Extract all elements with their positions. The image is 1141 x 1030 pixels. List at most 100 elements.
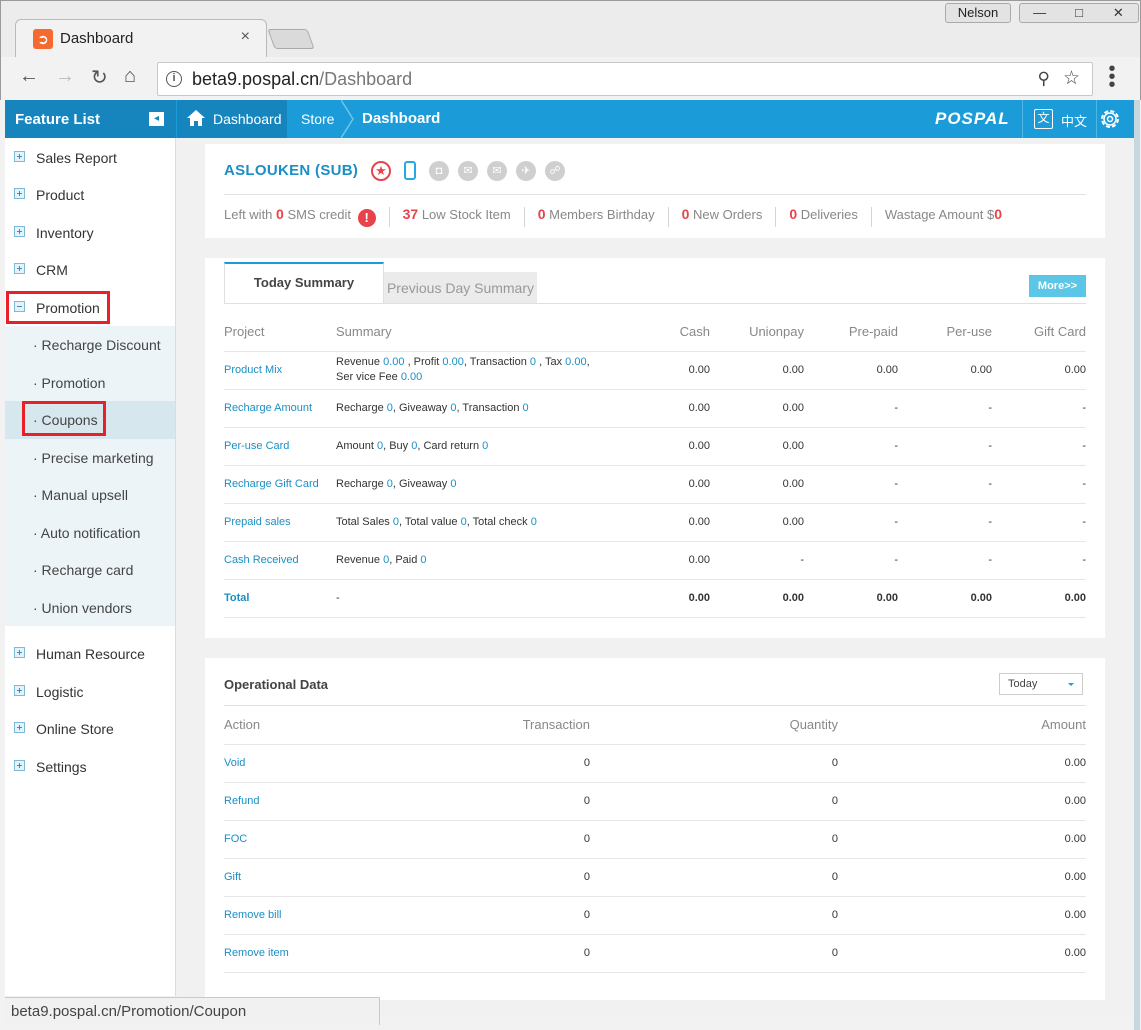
project-link[interactable]: Cash Received xyxy=(224,541,336,580)
sidebar-subitem-precise-marketing[interactable]: · Precise marketing xyxy=(5,439,175,477)
sidebar-subitem-recharge-discount[interactable]: · Recharge Discount xyxy=(5,326,175,364)
sidebar-item-logistic[interactable]: Logistic xyxy=(5,673,175,711)
column-header: Action xyxy=(224,706,394,745)
highlight-box-coupons xyxy=(22,401,106,436)
column-header: Summary xyxy=(336,313,626,352)
window-controls: — □ ✕ xyxy=(1019,3,1139,23)
stat-members-birthday[interactable]: 0 Members Birthday xyxy=(523,207,668,227)
action-link[interactable]: Refund xyxy=(224,782,394,821)
sidebar-item-human-resource[interactable]: Human Resource xyxy=(5,635,175,673)
table-row: Product Mix Revenue 0.00 , Profit 0.00, T… xyxy=(224,351,1086,390)
stat-text: Members Birthday xyxy=(545,207,655,222)
info-icon[interactable]: i xyxy=(166,71,182,87)
action-link[interactable]: Void xyxy=(224,744,394,783)
highlight-box-promotion xyxy=(6,291,110,324)
new-tab-button[interactable] xyxy=(267,29,315,49)
forward-arrow-icon[interactable]: → xyxy=(55,65,75,88)
breadcrumb-store[interactable]: Store xyxy=(301,111,334,127)
table-row: Gift 0 0 0.00 xyxy=(224,858,1086,897)
value-cell: 0 xyxy=(394,782,590,821)
value-cell: - xyxy=(992,503,1086,542)
stat-low-stock[interactable]: 37 Low Stock Item xyxy=(388,206,524,227)
value-cell: 0.00 xyxy=(838,896,1086,935)
stat-text: Wastage Amount $ xyxy=(884,207,995,222)
browser-menu-icon[interactable]: • • • xyxy=(1105,59,1117,95)
summary-cell: Recharge 0, Giveaway 0 xyxy=(336,465,626,504)
value-cell: 0 xyxy=(590,858,838,897)
sidebar-subitem-manual-upsell[interactable]: · Manual upsell xyxy=(5,476,175,514)
maximize-button[interactable]: □ xyxy=(1059,4,1098,22)
project-link[interactable]: Per-use Card xyxy=(224,427,336,466)
close-window-button[interactable]: ✕ xyxy=(1099,4,1138,22)
period-select-value: Today xyxy=(1008,678,1038,690)
expand-icon xyxy=(14,684,25,696)
sidebar-item-crm[interactable]: CRM xyxy=(5,251,175,289)
sidebar-subitem-union-vendors[interactable]: · Union vendors xyxy=(5,589,175,627)
profile-button[interactable]: Nelson xyxy=(945,3,1011,23)
browser-tab[interactable]: ➲ Dashboard × xyxy=(15,19,267,57)
back-arrow-icon[interactable]: ← xyxy=(19,65,39,88)
sidebar-item-label: Logistic xyxy=(36,683,84,700)
address-bar[interactable]: i beta9.pospal.cn/Dashboard ⚲ ☆ xyxy=(157,62,1093,96)
value-cell: - xyxy=(898,465,992,504)
project-link[interactable]: Recharge Gift Card xyxy=(224,465,336,504)
tab-previous-day-summary[interactable]: Previous Day Summary xyxy=(384,272,537,304)
value-cell: 0.00 xyxy=(838,820,1086,859)
tab-today-summary[interactable]: Today Summary xyxy=(224,262,384,304)
collapse-sidebar-icon[interactable]: ◂ xyxy=(149,112,164,126)
language-label: 中文 xyxy=(1061,114,1088,129)
bag-icon[interactable]: ◘ xyxy=(429,161,449,181)
mail-icon[interactable]: ✉ xyxy=(487,161,507,181)
language-button[interactable]: 文 中文 xyxy=(1023,100,1096,138)
breadcrumb-dashboard[interactable]: Dashboard xyxy=(177,100,287,138)
expand-icon xyxy=(14,759,25,771)
tab-close-icon[interactable]: × xyxy=(241,28,250,46)
plane-icon[interactable]: ✈ xyxy=(516,161,536,181)
sidebar-subitem-recharge-card[interactable]: · Recharge card xyxy=(5,551,175,589)
settings-gear-icon[interactable] xyxy=(1097,106,1123,132)
expand-icon xyxy=(14,188,25,199)
sidebar-item-label: Sales Report xyxy=(36,149,117,166)
store-name[interactable]: ASLOUKEN (SUB) xyxy=(224,162,358,179)
stat-sms-credit[interactable]: Left with 0 SMS credit ! xyxy=(224,207,389,227)
stat-wastage[interactable]: Wastage Amount $0 xyxy=(870,207,1015,227)
project-link[interactable]: Prepaid sales xyxy=(224,503,336,542)
sidebar-item-product[interactable]: Product xyxy=(5,176,175,214)
column-header: Amount xyxy=(838,706,1086,745)
value-cell: 0 xyxy=(590,744,838,783)
reload-icon[interactable]: ↻ xyxy=(91,65,108,90)
action-link[interactable]: Remove item xyxy=(224,934,394,973)
action-link[interactable]: FOC xyxy=(224,820,394,859)
link-icon[interactable]: ☍ xyxy=(545,161,565,181)
status-bar: beta9.pospal.cn/Promotion/Coupon xyxy=(5,997,380,1025)
breadcrumb-separator-icon xyxy=(341,100,354,138)
project-link[interactable]: Product Mix xyxy=(224,351,336,390)
chat-icon[interactable]: ✉ xyxy=(458,161,478,181)
period-select[interactable]: Today xyxy=(999,673,1083,695)
sidebar-subitem-auto-notification[interactable]: · Auto notification xyxy=(5,514,175,552)
action-link[interactable]: Remove bill xyxy=(224,896,394,935)
bookmark-star-icon[interactable]: ☆ xyxy=(1063,67,1080,90)
sidebar-item-sales-report[interactable]: Sales Report xyxy=(5,139,175,177)
mobile-icon[interactable] xyxy=(404,161,416,180)
stat-value: 37 xyxy=(402,206,419,222)
sidebar-subitem-promotion[interactable]: · Promotion xyxy=(5,364,175,402)
home-icon[interactable]: ⌂ xyxy=(124,65,136,88)
action-link[interactable]: Gift xyxy=(224,858,394,897)
more-button[interactable]: More>> xyxy=(1029,275,1086,297)
sidebar-item-inventory[interactable]: Inventory xyxy=(5,214,175,252)
minimize-button[interactable]: — xyxy=(1020,4,1059,22)
zoom-icon[interactable]: ⚲ xyxy=(1038,69,1050,89)
sidebar-item-settings[interactable]: Settings xyxy=(5,748,175,786)
star-badge-icon[interactable]: ★ xyxy=(371,161,391,181)
column-header: Unionpay xyxy=(710,313,804,352)
sidebar-item-label: CRM xyxy=(36,262,68,278)
window-edge xyxy=(1134,100,1140,1030)
value-cell: 0.00 xyxy=(838,744,1086,783)
expand-icon xyxy=(14,150,25,162)
stat-deliveries[interactable]: 0 Deliveries xyxy=(775,207,870,227)
home-icon xyxy=(187,110,205,126)
sidebar-item-online-store[interactable]: Online Store xyxy=(5,710,175,748)
project-link[interactable]: Recharge Amount xyxy=(224,389,336,428)
stat-new-orders[interactable]: 0 New Orders xyxy=(667,207,776,227)
